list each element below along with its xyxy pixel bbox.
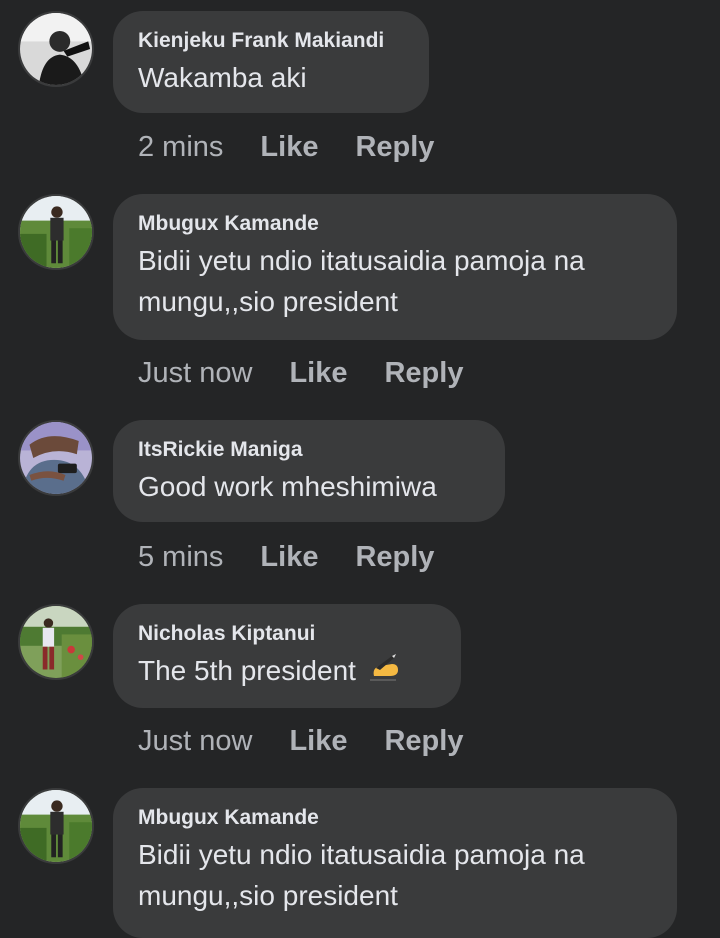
avatar[interactable] [18, 194, 94, 270]
avatar[interactable] [18, 604, 94, 680]
reply-button[interactable]: Reply [355, 130, 434, 164]
comment-text-body: The 5th president [138, 655, 356, 686]
comment-actions: Just now Like Reply [138, 724, 463, 758]
avatar-photo [20, 196, 92, 268]
avatar[interactable] [18, 420, 94, 496]
avatar-photo [20, 13, 92, 85]
avatar[interactable] [18, 788, 94, 864]
comment-author[interactable]: ItsRickie Maniga [138, 438, 479, 462]
comment-text: Good work mheshimiwa [138, 471, 437, 502]
comment-time[interactable]: Just now [138, 724, 252, 758]
writing-hand-icon [366, 654, 402, 695]
avatar-photo [20, 606, 92, 678]
comment-author[interactable]: Kienjeku Frank Makiandi [138, 29, 403, 53]
comment-text: Bidii yetu ndio itatusaidia pamoja na mu… [138, 839, 585, 911]
comment-bubble: Nicholas Kiptanui The 5th president [113, 604, 461, 708]
reply-button[interactable]: Reply [384, 724, 463, 758]
comment-author[interactable]: Mbugux Kamande [138, 806, 651, 830]
reply-button[interactable]: Reply [355, 540, 434, 574]
comment-text: Wakamba aki [138, 62, 307, 93]
like-button[interactable]: Like [289, 724, 347, 758]
comment-text: Bidii yetu ndio itatusaidia pamoja na mu… [138, 245, 585, 317]
avatar-photo [20, 790, 92, 862]
comment-bubble: Mbugux Kamande Bidii yetu ndio itatusaid… [113, 194, 677, 340]
avatar[interactable] [18, 11, 94, 87]
reply-button[interactable]: Reply [384, 356, 463, 390]
comment-time[interactable]: 2 mins [138, 130, 223, 164]
comment-time[interactable]: Just now [138, 356, 252, 390]
comment-actions: 2 mins Like Reply [138, 130, 434, 164]
like-button[interactable]: Like [260, 540, 318, 574]
comment-author[interactable]: Mbugux Kamande [138, 212, 651, 236]
comment-bubble: Kienjeku Frank Makiandi Wakamba aki [113, 11, 429, 113]
like-button[interactable]: Like [289, 356, 347, 390]
comment-bubble: ItsRickie Maniga Good work mheshimiwa [113, 420, 505, 522]
comment-author[interactable]: Nicholas Kiptanui [138, 622, 435, 646]
avatar-photo [20, 422, 92, 494]
comment-actions: 5 mins Like Reply [138, 540, 434, 574]
comment-bubble: Mbugux Kamande Bidii yetu ndio itatusaid… [113, 788, 677, 938]
comment-actions: Just now Like Reply [138, 356, 463, 390]
like-button[interactable]: Like [260, 130, 318, 164]
comment-time[interactable]: 5 mins [138, 540, 223, 574]
comment-text: The 5th president [138, 650, 435, 695]
